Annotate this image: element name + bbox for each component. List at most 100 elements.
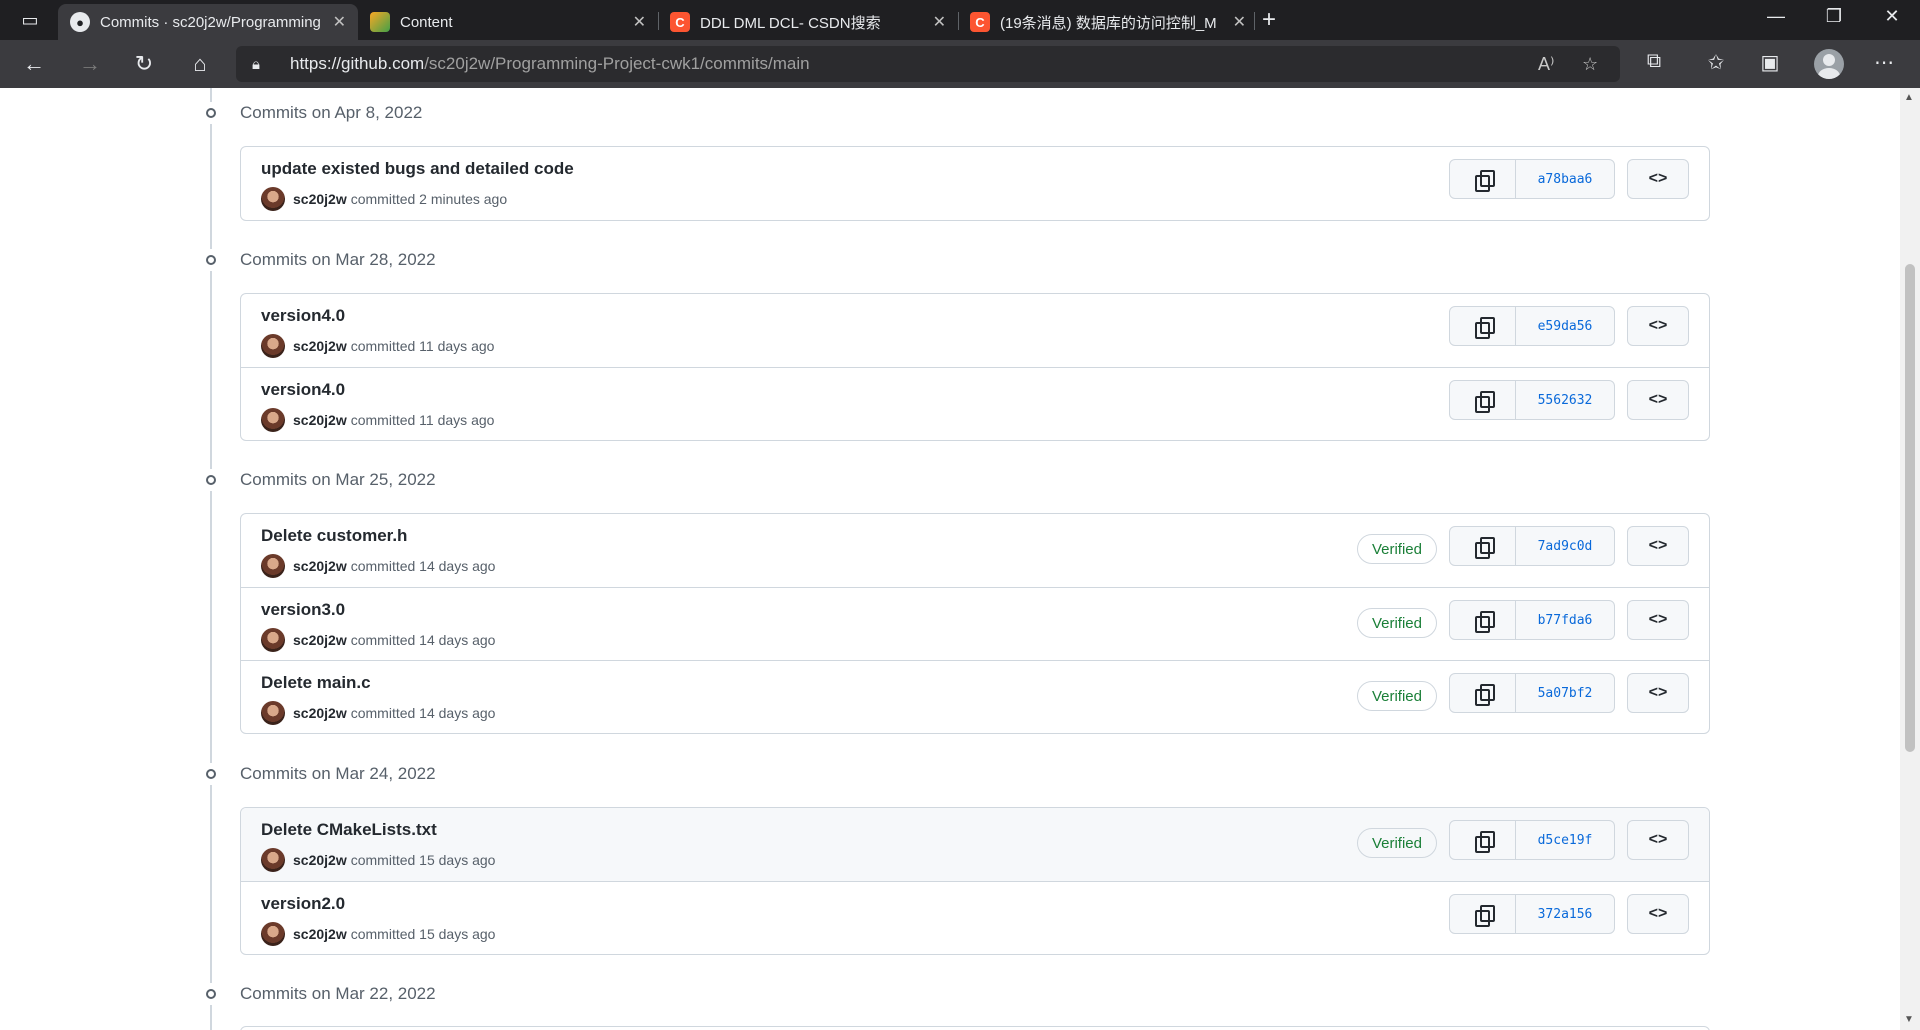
browse-repo-button[interactable]: <> [1627, 600, 1689, 640]
browse-repo-button[interactable]: <> [1627, 159, 1689, 199]
read-aloud-icon[interactable]: A⁾ [1538, 54, 1554, 75]
copy-sha-button[interactable] [1450, 601, 1516, 639]
lock-icon[interactable]: 🔒︎ [252, 56, 272, 73]
avatar[interactable] [261, 922, 285, 946]
commit-sha-link[interactable]: b77fda6 [1516, 601, 1614, 639]
commit-sha-link[interactable]: a78baa6 [1516, 160, 1614, 198]
copy-sha-button[interactable] [1450, 160, 1516, 198]
commit-sha-link[interactable]: d5ce19f [1516, 821, 1614, 859]
copy-sha-button[interactable] [1450, 674, 1516, 712]
avatar[interactable] [261, 701, 285, 725]
avatar[interactable] [261, 554, 285, 578]
commit-sha-link[interactable]: 7ad9c0d [1516, 527, 1614, 565]
copy-sha-button[interactable] [1450, 821, 1516, 859]
commit-sha-link[interactable]: 5a07bf2 [1516, 674, 1614, 712]
scroll-down-icon[interactable]: ▼ [1904, 1014, 1914, 1025]
commit-message-link[interactable]: version2.0 [261, 894, 345, 914]
profile-avatar-icon[interactable] [1814, 49, 1844, 79]
tab-title: DDL DML DCL- CSDN搜索 [700, 14, 881, 32]
commit-message-link[interactable]: update existed bugs and detailed code [261, 159, 574, 179]
verified-badge[interactable]: Verified [1356, 534, 1437, 564]
forward-icon[interactable]: → [74, 50, 106, 78]
browse-repo-button[interactable]: <> [1627, 673, 1689, 713]
commit-time: committed 14 days ago [350, 632, 496, 648]
tab-github-commits[interactable]: ● Commits · sc20j2w/Programming ✕ [58, 4, 358, 40]
tab-actions-icon[interactable]: ▭ [14, 8, 46, 32]
author-link[interactable]: sc20j2w [293, 852, 347, 868]
close-tab-icon[interactable]: ✕ [933, 12, 946, 32]
tab-separator [1254, 12, 1255, 30]
commit-message-link[interactable]: version3.0 [261, 600, 345, 620]
more-menu-icon[interactable]: ⋯ [1868, 50, 1900, 75]
commit-sha-link[interactable]: e59da56 [1516, 307, 1614, 345]
sha-button-group: a78baa6 [1449, 159, 1615, 199]
author-link[interactable]: sc20j2w [293, 558, 347, 574]
author-link[interactable]: sc20j2w [293, 412, 347, 428]
commit-row: version4.0 sc20j2w committed 11 days ago… [241, 294, 1709, 367]
browse-repo-button[interactable]: <> [1627, 526, 1689, 566]
copy-sha-button[interactable] [1450, 307, 1516, 345]
browse-repo-button[interactable]: <> [1627, 894, 1689, 934]
avatar[interactable] [261, 848, 285, 872]
author-link[interactable]: sc20j2w [293, 926, 347, 942]
avatar[interactable] [261, 408, 285, 432]
sha-button-group: e59da56 [1449, 306, 1615, 346]
browse-repo-button[interactable]: <> [1627, 820, 1689, 860]
minimize-icon[interactable]: — [1756, 6, 1796, 27]
commit-meta: sc20j2w committed 11 days ago [261, 408, 494, 432]
new-tab-icon[interactable]: + [1262, 6, 1276, 34]
avatar[interactable] [261, 628, 285, 652]
commit-node-icon [200, 469, 222, 491]
close-tab-icon[interactable]: ✕ [333, 12, 346, 32]
commit-sha-link[interactable]: 5562632 [1516, 381, 1614, 419]
verified-badge[interactable]: Verified [1356, 608, 1437, 638]
copy-sha-button[interactable] [1450, 381, 1516, 419]
author-link[interactable]: sc20j2w [293, 705, 347, 721]
restore-icon[interactable]: ❐ [1814, 6, 1854, 27]
commit-message-link[interactable]: version4.0 [261, 306, 345, 326]
commit-message-link[interactable]: version4.0 [261, 380, 345, 400]
verified-badge[interactable]: Verified [1356, 681, 1437, 711]
refresh-icon[interactable]: ↻ [128, 50, 160, 78]
verified-badge[interactable]: Verified [1356, 828, 1437, 858]
author-link[interactable]: sc20j2w [293, 338, 347, 354]
sha-button-group: 372a156 [1449, 894, 1615, 934]
tab-title: Content [400, 13, 453, 31]
author-link[interactable]: sc20j2w [293, 632, 347, 648]
copy-sha-button[interactable] [1450, 895, 1516, 933]
avatar[interactable] [261, 187, 285, 211]
browse-repo-button[interactable]: <> [1627, 380, 1689, 420]
commit-message-link[interactable]: Delete customer.h [261, 526, 407, 546]
avatar[interactable] [261, 334, 285, 358]
close-tab-icon[interactable]: ✕ [633, 12, 646, 32]
commit-group-header: Commits on Mar 24, 2022 [200, 762, 436, 786]
back-icon[interactable]: ← [18, 50, 50, 78]
commit-message-link[interactable]: Delete main.c [261, 673, 371, 693]
commit-message-link[interactable]: Delete CMakeLists.txt [261, 820, 437, 840]
close-tab-icon[interactable]: ✕ [1233, 12, 1246, 32]
commit-meta: sc20j2w committed 14 days ago [261, 554, 495, 578]
extensions-icon[interactable]: ⧉ [1638, 50, 1670, 73]
commit-sha-link[interactable]: 372a156 [1516, 895, 1614, 933]
favorites-icon[interactable]: ✩ [1700, 50, 1732, 75]
browse-repo-button[interactable]: <> [1627, 306, 1689, 346]
tab-csdn-search[interactable]: C DDL DML DCL- CSDN搜索 ✕ [658, 4, 958, 40]
commits-page: Commits on Apr 8, 2022 update existed bu… [0, 88, 1900, 1030]
commit-time: committed 14 days ago [350, 705, 496, 721]
collections-icon[interactable]: ▣ [1754, 50, 1786, 75]
scroll-up-icon[interactable]: ▲ [1904, 92, 1914, 103]
commit-meta: sc20j2w committed 15 days ago [261, 848, 495, 872]
copy-sha-button[interactable] [1450, 527, 1516, 565]
close-window-icon[interactable]: ✕ [1872, 6, 1912, 27]
author-link[interactable]: sc20j2w [293, 191, 347, 207]
home-icon[interactable]: ⌂ [184, 50, 216, 78]
tab-csdn-article[interactable]: C (19条消息) 数据库的访问控制_M ✕ [958, 4, 1258, 40]
url-path: /sc20j2w/Programming-Project-cwk1/commit… [424, 54, 810, 73]
commit-group-date: Commits on Mar 22, 2022 [240, 984, 436, 1003]
scrollbar-thumb[interactable] [1905, 264, 1915, 752]
tab-content[interactable]: Content ✕ [358, 4, 658, 40]
add-favorite-icon[interactable]: ☆ [1582, 54, 1598, 75]
commit-meta: sc20j2w committed 14 days ago [261, 628, 495, 652]
address-bar[interactable]: 🔒︎ https://github.com/sc20j2w/Programmin… [236, 46, 1620, 82]
page-scrollbar[interactable]: ▲ ▼ [1900, 88, 1920, 1030]
